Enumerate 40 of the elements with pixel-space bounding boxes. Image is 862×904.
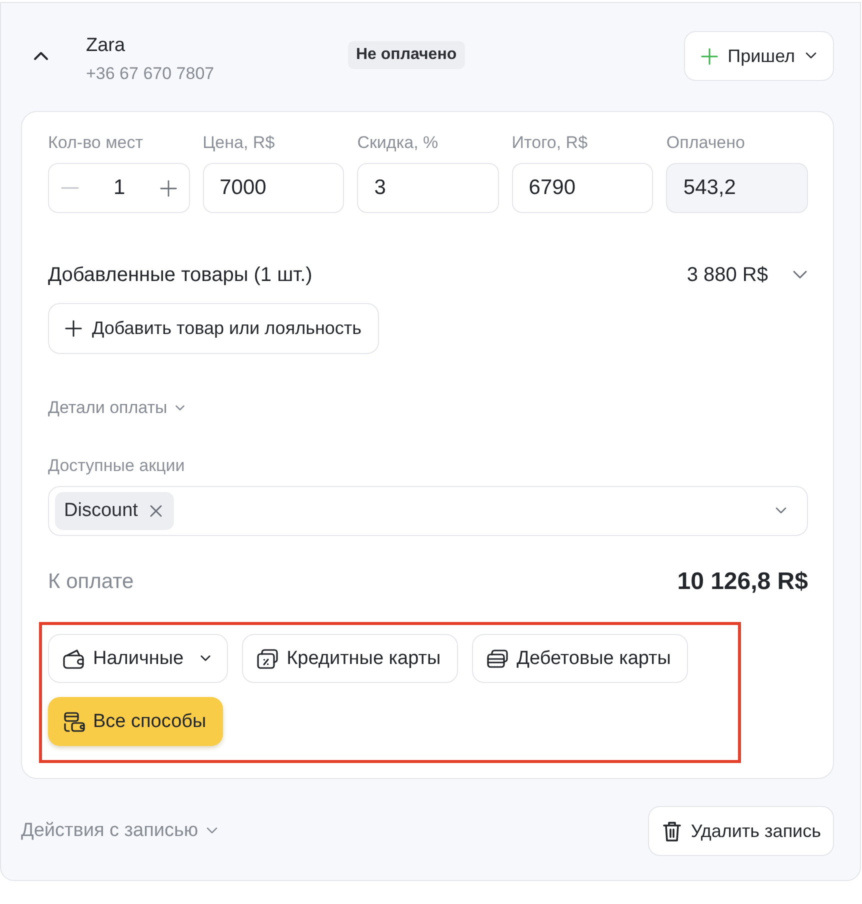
trash-icon	[662, 820, 681, 842]
added-goods-title: Добавленные товары (1 шт.)	[48, 264, 312, 286]
promotions-label: Доступные акции	[48, 456, 185, 475]
client-name: Zara	[86, 34, 126, 58]
payment-status-badge: Не оплачено	[348, 41, 465, 69]
added-goods-total: 3 880 R$	[686, 264, 768, 286]
paid-input[interactable]: 543,2	[666, 163, 808, 213]
field-label: Оплачено	[666, 133, 746, 153]
client-phone: +36 67 670 7807	[86, 62, 216, 84]
status-button[interactable]: Пришел	[684, 31, 834, 81]
close-icon[interactable]	[150, 505, 162, 517]
to-pay-amount: 10 126,8 R$	[677, 568, 808, 596]
field-label: Скидка, %	[357, 133, 440, 153]
field-label: Итого, R$	[512, 133, 589, 153]
promotions-select[interactable]: Discount	[48, 486, 808, 536]
wallet-icon	[63, 648, 85, 668]
plus-icon	[65, 320, 82, 337]
total-input[interactable]: 6790	[512, 163, 654, 213]
plus-icon	[700, 48, 718, 64]
card-percent-icon	[256, 648, 279, 668]
tag-label: Discount	[64, 500, 138, 522]
quantity-stepper[interactable]: 1	[48, 163, 190, 213]
chevron-up-icon[interactable]	[33, 51, 49, 61]
to-pay-label: К оплате	[48, 570, 134, 594]
quantity-value: 1	[113, 176, 126, 200]
chevron-down-icon[interactable]	[200, 655, 211, 662]
price-input[interactable]: 7000	[202, 163, 344, 213]
payment-method-button[interactable]: Наличные	[48, 634, 228, 683]
discount-input[interactable]: 3	[357, 163, 499, 213]
delete-record-button[interactable]: Удалить запись	[648, 806, 834, 856]
payment-method-button[interactable]: Дебетовые карты	[472, 634, 688, 683]
payment-method-button[interactable]: Все способы	[48, 697, 224, 746]
field-label: Кол-во мест	[48, 133, 144, 153]
payment-method-button[interactable]: Кредитные карты	[242, 634, 458, 683]
plus-icon[interactable]	[160, 180, 177, 196]
cards-icon	[486, 648, 509, 668]
chevron-down-icon[interactable]	[805, 52, 817, 60]
field-label: Цена, R$	[202, 133, 276, 153]
add-product-button[interactable]: Добавить товар или лояльность	[48, 303, 379, 354]
payment-methods-icon	[63, 712, 85, 732]
